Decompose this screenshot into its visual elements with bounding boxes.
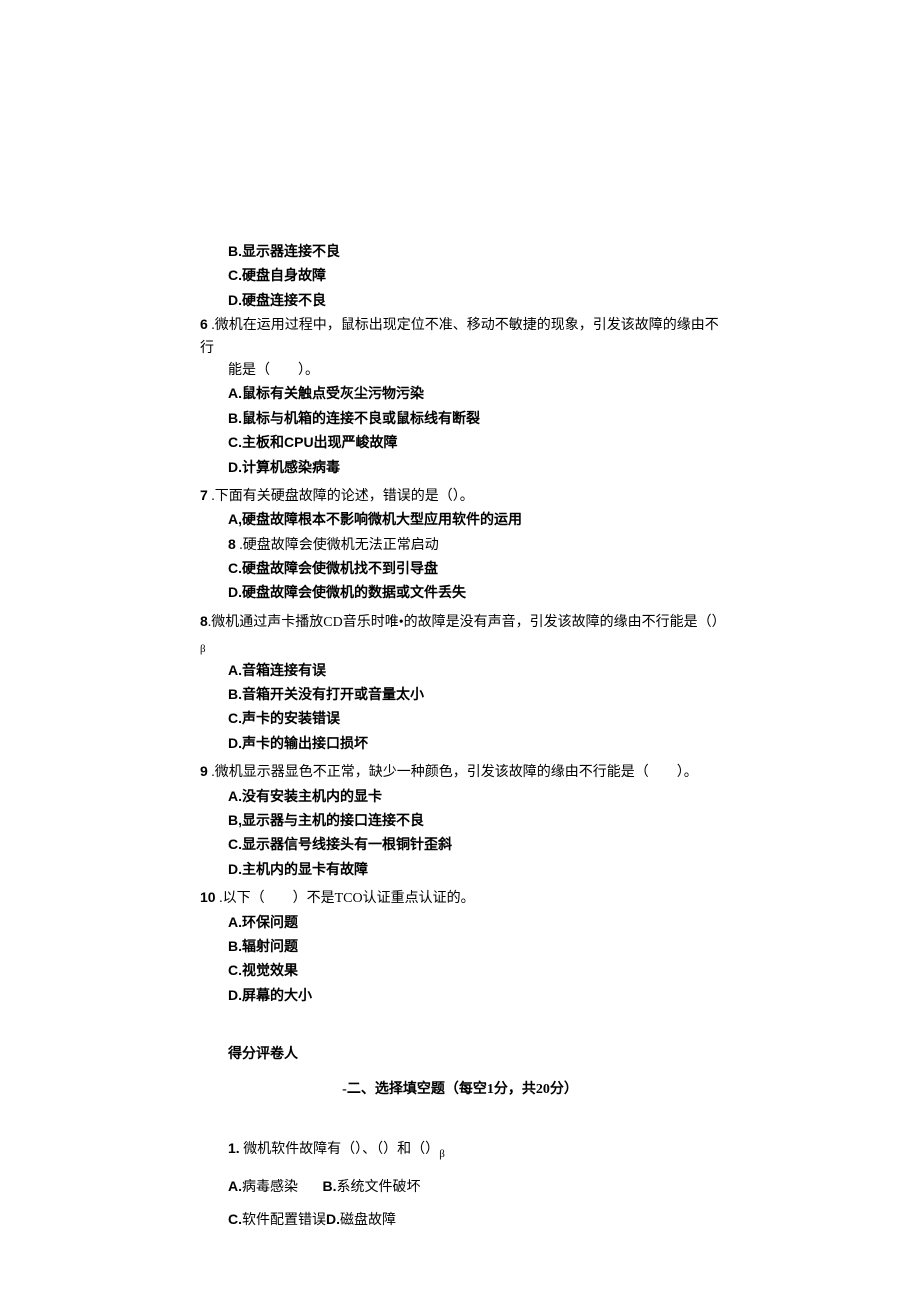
fill1-d-label: D. [326,1211,340,1227]
opt-label: B.显示器连接不良 [228,243,340,259]
q8-option-d: D.声卡的输出接口损坏 [200,732,720,756]
fill1-number: 1. [228,1140,240,1156]
question-8: 8.微机通过声卡播放CD音乐时唯•的故障是没有声音，引发该故障的缘由不行能是（）… [200,610,720,756]
fill1-c-label: C. [228,1211,242,1227]
q7-option-c: C.硬盘故障会使微机找不到引导盘 [200,557,720,581]
q9-stem-text: .微机显示器显色不正常，缺少一种颜色，引发该故障的缘由不行能是（ ）。 [208,765,698,780]
q6-option-b: B.鼠标与机箱的连接不良或鼠标线有断裂 [200,407,720,431]
q9-option-c: C.显示器信号线接头有一根铜针歪斜 [200,833,720,857]
question-7: 7 .下面有关硬盘故障的论述，错误的是（）。 A,硬盘故障根本不影响微机大型应用… [200,484,720,606]
q6-option-d: D.计算机感染病毒 [200,456,720,480]
q8-option-c: C.声卡的安装错误 [200,707,720,731]
opt-label: C.视觉效果 [228,962,298,978]
fill1-c-text: 软件配置错误 [242,1213,326,1228]
opt-label: B.辐射问题 [228,938,298,954]
q5-option-d: D.硬盘连接不良 [200,289,720,313]
opt-label: A,硬盘故障根本不影响微机大型应用软件的运用 [228,511,522,527]
q9-option-d: D.主机内的显卡有故障 [200,858,720,882]
opt-label: C.硬盘故障会使微机找不到引导盘 [228,560,438,576]
q9-stem: 9 .微机显示器显色不正常，缺少一种颜色，引发该故障的缘由不行能是（ ）。 [200,760,720,784]
q7-option-a: A,硬盘故障根本不影响微机大型应用软件的运用 [200,508,720,532]
opt-label: D.声卡的输出接口损坏 [228,735,368,751]
q7-stem-text: .下面有关硬盘故障的论述，错误的是（）。 [208,489,474,504]
opt-label: C.主板和CPU出现严峻故障 [228,434,398,450]
question-6: 6 .微机在运用过程中，鼠标出现定位不准、移动不敏捷的现象，引发该故障的缘由不行… [200,313,720,480]
fill1-a-label: A. [228,1178,242,1194]
q7-option-b: 8 .硬盘故障会使微机无法正常启动 [200,533,720,557]
q5-option-c: C.硬盘自身故障 [200,264,720,288]
opt-label: B.鼠标与机箱的连接不良或鼠标线有断裂 [228,410,480,426]
fill1-stem: 1. 微机软件故障有（）、（）和（）β [228,1137,720,1163]
opt-label: A.鼠标有关触点受灰尘污物污染 [228,385,424,401]
q10-stem: 10 .以下（ ）不是TCO认证重点认证的。 [200,886,720,910]
fill1-a-text: 病毒感染 [242,1180,298,1195]
q10-option-b: B.辐射问题 [200,935,720,959]
q9-option-a: A.没有安装主机内的显卡 [200,785,720,809]
q6-number: 6 [200,316,208,332]
opt-label: B,显示器与主机的接口连接不良 [228,812,424,828]
opt-label: C.显示器信号线接头有一根铜针歪斜 [228,836,452,852]
q10-number: 10 [200,889,216,905]
q8-option-b: B.音箱开关没有打开或音量太小 [200,683,720,707]
q8-sub: β [200,643,206,655]
fill1-row-cd: C.软件配置错误D.磁盘故障 [228,1208,720,1232]
fill1-stem-text: 微机软件故障有（）、（）和（） [243,1142,439,1157]
opt-label: B.音箱开关没有打开或音量太小 [228,686,424,702]
opt-label: A.环保问题 [228,914,298,930]
opt-label: D.硬盘故障会使微机的数据或文件丢失 [228,584,466,600]
q10-option-d: D.屏幕的大小 [200,984,720,1008]
q8-option-a: A.音箱连接有误 [200,659,720,683]
q7-option-d: D.硬盘故障会使微机的数据或文件丢失 [200,581,720,605]
q10-option-a: A.环保问题 [200,911,720,935]
fill1-b-label: B. [323,1178,337,1194]
question-9: 9 .微机显示器显色不正常，缺少一种颜色，引发该故障的缘由不行能是（ ）。 A.… [200,760,720,882]
fill-question-1: 1. 微机软件故障有（）、（）和（）β A.病毒感染 B.系统文件破坏 C.软件… [200,1137,720,1232]
q8-number: 8 [200,613,208,629]
q6-option-c: C.主板和CPU出现严峻故障 [200,431,720,455]
fill1-sub: β [439,1148,445,1160]
q9-option-b: B,显示器与主机的接口连接不良 [200,809,720,833]
q6-option-a: A.鼠标有关触点受灰尘污物污染 [200,382,720,406]
opt-label: D.计算机感染病毒 [228,459,340,475]
q10-stem-text: .以下（ ）不是TCO认证重点认证的。 [216,891,475,906]
exam-page: B.显示器连接不良 C.硬盘自身故障 D.硬盘连接不良 6 .微机在运用过程中，… [0,0,920,1301]
opt-label: C.硬盘自身故障 [228,267,326,283]
section-2-title: -二、选择填空题（每空1分，共20分） [200,1079,720,1101]
q7-stem: 7 .下面有关硬盘故障的论述，错误的是（）。 [200,484,720,508]
fill1-row-ab: A.病毒感染 B.系统文件破坏 [228,1175,720,1199]
scorer-row: 得分评卷人 [200,1044,720,1066]
opt-label: A.音箱连接有误 [228,662,326,678]
q8-stem-text: .微机通过声卡播放CD音乐时唯•的故障是没有声音，引发该故障的缘由不行能是（） [208,615,726,630]
q6-stem-line2: 能是（ ）。 [200,360,720,382]
opt-label: C.声卡的安装错误 [228,710,340,726]
opt-label: D.硬盘连接不良 [228,292,326,308]
q7-number: 7 [200,487,208,503]
q10-option-c: C.视觉效果 [200,959,720,983]
q6-stem-text-1: .微机在运用过程中，鼠标出现定位不准、移动不敏捷的现象，引发该故障的缘由不行 [200,318,719,355]
q7-option-b-text: .硬盘故障会使微机无法正常启动 [236,538,439,553]
q9-number: 9 [200,763,208,779]
q5-option-b: B.显示器连接不良 [200,240,720,264]
question-10: 10 .以下（ ）不是TCO认证重点认证的。 A.环保问题 B.辐射问题 C.视… [200,886,720,1008]
q6-stem-line1: 6 .微机在运用过程中，鼠标出现定位不准、移动不敏捷的现象，引发该故障的缘由不行 [200,313,720,360]
fill1-b-text: 系统文件破坏 [337,1180,421,1195]
opt-label: A.没有安装主机内的显卡 [228,788,382,804]
opt-label: D.屏幕的大小 [228,987,312,1003]
opt-label: 8 [228,536,236,552]
fill1-d-text: 磁盘故障 [340,1213,396,1228]
q8-stem: 8.微机通过声卡播放CD音乐时唯•的故障是没有声音，引发该故障的缘由不行能是（）… [200,610,720,659]
opt-label: D.主机内的显卡有故障 [228,861,368,877]
